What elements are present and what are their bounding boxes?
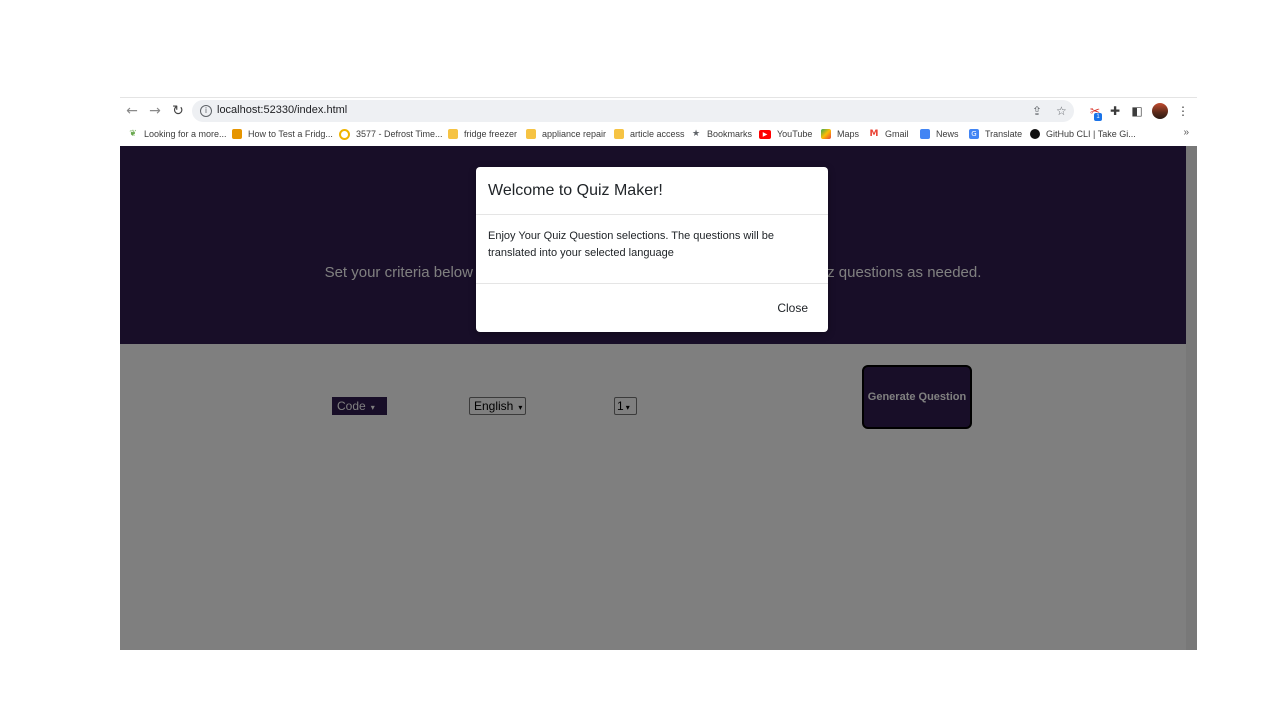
bookmark-label: Bookmarks bbox=[707, 129, 753, 139]
bookmark-label: News bbox=[936, 129, 959, 139]
profile-avatar[interactable] bbox=[1152, 103, 1168, 119]
address-bar[interactable]: i localhost:52330/index.html ⇪ ☆ bbox=[192, 100, 1074, 122]
appliance-icon bbox=[232, 129, 242, 139]
modal-body-text: Enjoy Your Quiz Question selections. The… bbox=[488, 230, 774, 259]
bookmark-label: Looking for a more... bbox=[144, 129, 227, 139]
bookmark-label: 3577 - Defrost Time... bbox=[356, 129, 443, 139]
bookmark-item[interactable]: ▶ YouTube bbox=[759, 126, 812, 142]
bookmark-label: Translate bbox=[985, 129, 1023, 139]
back-arrow-icon[interactable]: ← bbox=[123, 102, 141, 120]
leaf-icon: ❦ bbox=[129, 129, 137, 139]
bookmark-item[interactable]: GitHub CLI | Take Gi... bbox=[1030, 126, 1136, 142]
bookmark-item[interactable]: fridge freezer bbox=[448, 126, 517, 142]
bookmark-item[interactable]: G Translate bbox=[969, 126, 1022, 142]
folder-icon bbox=[614, 129, 624, 139]
bookmark-label: YouTube bbox=[777, 129, 813, 139]
bookmark-label: Gmail bbox=[885, 129, 909, 139]
kebab-menu-icon[interactable]: ⋮ bbox=[1174, 102, 1192, 120]
bookmark-item[interactable]: News bbox=[920, 126, 959, 142]
bookmark-star-icon[interactable]: ☆ bbox=[1056, 103, 1067, 119]
bookmark-item[interactable]: How to Test a Fridg... bbox=[232, 126, 333, 142]
side-panel-icon[interactable]: ◧ bbox=[1128, 102, 1146, 120]
youtube-icon: ▶ bbox=[759, 129, 771, 139]
bookmark-label: appliance repair bbox=[542, 129, 607, 139]
github-icon bbox=[1030, 129, 1040, 139]
bookmark-item[interactable]: Maps bbox=[821, 126, 859, 142]
bookmark-item[interactable]: article access bbox=[614, 126, 685, 142]
close-button[interactable]: Close bbox=[777, 301, 808, 315]
reload-icon[interactable]: ↻ bbox=[169, 102, 187, 120]
bookmark-label: fridge freezer bbox=[464, 129, 518, 139]
modal-divider bbox=[476, 283, 828, 284]
star-icon: ★ bbox=[691, 129, 701, 139]
bookmark-item[interactable]: ❦ Looking for a more... bbox=[128, 126, 227, 142]
modal-divider bbox=[476, 214, 828, 215]
puzzle-extensions-icon[interactable]: ✚ bbox=[1106, 102, 1124, 120]
folder-icon bbox=[448, 129, 458, 139]
bookmark-item[interactable]: ★ Bookmarks bbox=[691, 126, 752, 142]
gmail-icon: M bbox=[869, 129, 879, 139]
folder-icon bbox=[526, 129, 536, 139]
bookmarks-bar: ❦ Looking for a more... How to Test a Fr… bbox=[120, 124, 1197, 144]
share-icon[interactable]: ⇪ bbox=[1032, 103, 1042, 119]
extension-badge: 1 bbox=[1094, 113, 1102, 121]
bookmarks-overflow-icon[interactable]: » bbox=[1183, 127, 1189, 138]
address-url[interactable]: localhost:52330/index.html bbox=[217, 104, 347, 116]
bookmark-item[interactable]: M Gmail bbox=[869, 126, 909, 142]
bookmark-item[interactable]: appliance repair bbox=[526, 126, 606, 142]
browser-window: ← → ↻ i localhost:52330/index.html ⇪ ☆ ✂… bbox=[120, 97, 1197, 650]
bookmark-label: Maps bbox=[837, 129, 860, 139]
site-info-icon[interactable]: i bbox=[200, 105, 212, 117]
news-icon bbox=[920, 129, 930, 139]
bookmark-label: GitHub CLI | Take Gi... bbox=[1046, 129, 1136, 139]
forward-arrow-icon[interactable]: → bbox=[146, 102, 164, 120]
tab-strip-edge bbox=[120, 97, 1197, 98]
translate-icon: G bbox=[969, 129, 979, 139]
bookmark-label: How to Test a Fridg... bbox=[248, 129, 333, 139]
browser-toolbar: ← → ↻ i localhost:52330/index.html ⇪ ☆ ✂… bbox=[120, 99, 1197, 123]
modal-title: Welcome to Quiz Maker! bbox=[488, 182, 663, 199]
maps-icon bbox=[821, 129, 831, 139]
bookmark-item[interactable]: 3577 - Defrost Time... bbox=[339, 126, 443, 142]
bookmark-label: article access bbox=[630, 129, 685, 139]
welcome-modal: Welcome to Quiz Maker! Enjoy Your Quiz Q… bbox=[476, 167, 828, 332]
page-viewport: Quiz Question Generator Set your criteri… bbox=[120, 146, 1197, 650]
ring-icon bbox=[339, 128, 350, 140]
